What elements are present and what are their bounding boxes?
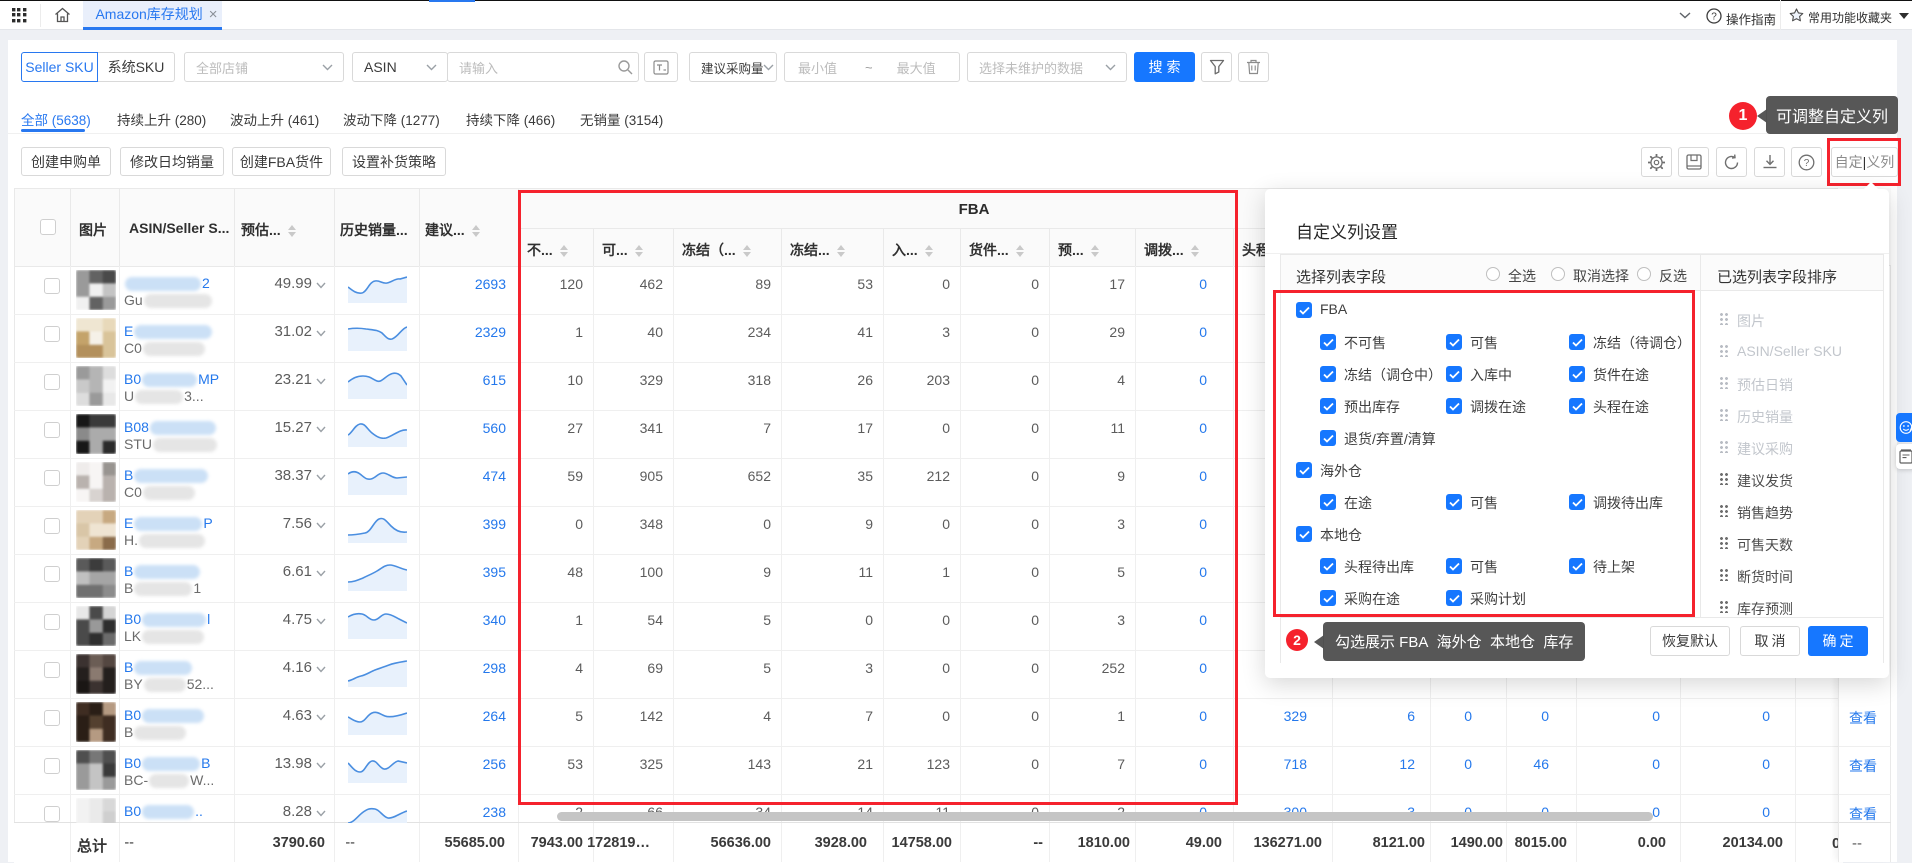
svg-text:?: ? [1804,158,1810,169]
svg-text:?: ? [1711,12,1717,23]
